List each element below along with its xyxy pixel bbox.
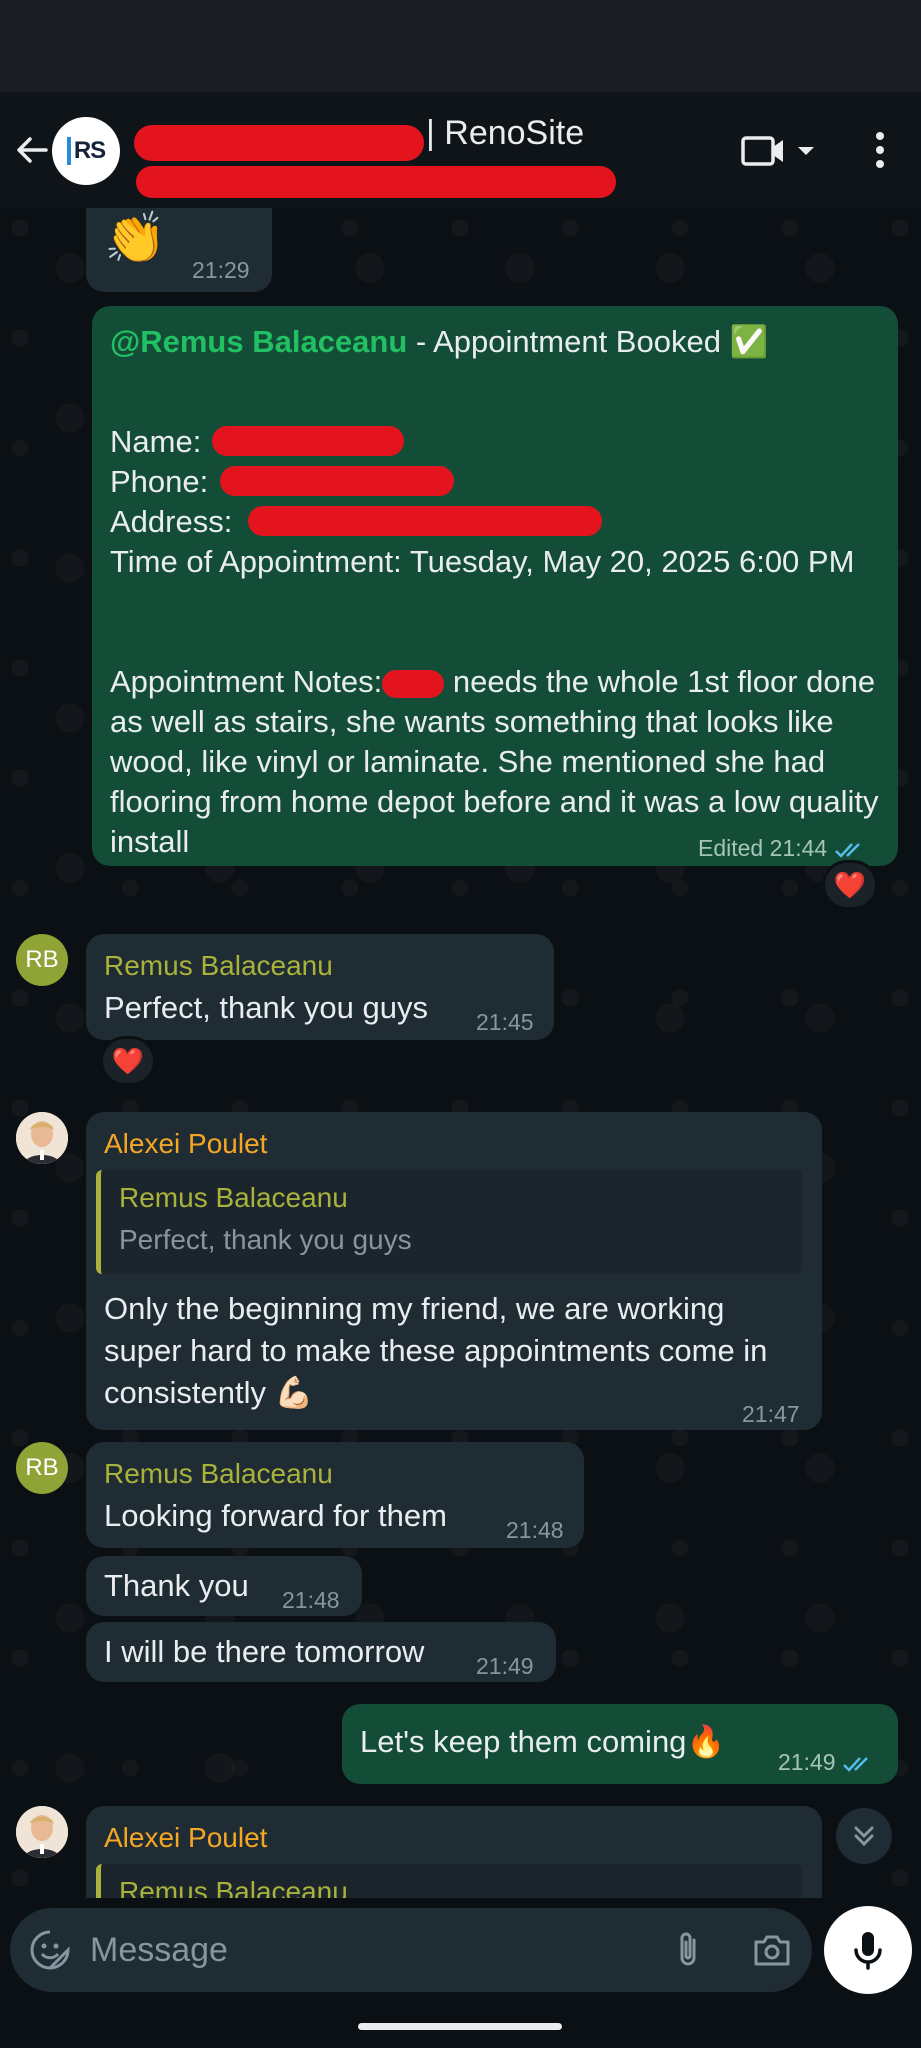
avatar-alexei[interactable] xyxy=(16,1806,68,1858)
notes-label: Appointment Notes: xyxy=(110,664,383,699)
message-body: Let's keep them coming xyxy=(360,1724,687,1759)
avatar-alexei[interactable] xyxy=(16,1112,68,1164)
voice-message-button[interactable] xyxy=(824,1906,912,1994)
double-chevron-down-icon xyxy=(854,1826,874,1847)
message-bubble-incoming[interactable]: Thank you 21:48 xyxy=(86,1556,362,1616)
message-time: 21:48 xyxy=(282,1587,340,1613)
avatar-rb[interactable]: RB xyxy=(16,1442,68,1494)
status-bar xyxy=(0,0,921,92)
appointment-title: @Remus Balaceanu - Appointment Booked ✅ xyxy=(110,322,880,362)
quote-text: Perfect, thank you guys xyxy=(119,1224,412,1255)
message-composer[interactable] xyxy=(10,1908,812,1992)
appointment-time: Time of Appointment: Tuesday, May 20, 20… xyxy=(110,544,855,579)
sticker-icon[interactable] xyxy=(28,1928,72,1972)
message-status: 21:49 xyxy=(778,1742,876,1782)
redaction-mark xyxy=(212,426,404,456)
message-time: 21:29 xyxy=(192,257,250,283)
message-time: 21:47 xyxy=(742,1401,800,1427)
message-time: 21:48 xyxy=(506,1517,564,1543)
heart-reaction[interactable]: ❤️ xyxy=(822,860,878,910)
check-mark-emoji: ✅ xyxy=(729,324,769,359)
message-body: Only the beginning my friend, we are wor… xyxy=(104,1291,768,1410)
redaction-mark xyxy=(382,669,445,698)
message-bubble-incoming[interactable]: Remus Balaceanu Looking forward for them… xyxy=(86,1442,584,1548)
sender-name[interactable]: Alexei Poulet xyxy=(104,1126,267,1162)
message-text: Let's keep them coming🔥 xyxy=(360,1722,725,1762)
message-time: 21:49 xyxy=(778,1749,836,1775)
more-options-icon[interactable] xyxy=(866,128,894,172)
quoted-message[interactable]: Remus Balaceanu xyxy=(96,1864,802,1898)
message-input[interactable] xyxy=(90,1924,650,1976)
message-bubble[interactable]: 👏 21:29 xyxy=(86,208,272,292)
logo-mark-icon xyxy=(66,137,71,165)
clapping-hands-emoji: 👏 xyxy=(104,210,167,266)
address-label: Address: xyxy=(110,504,233,539)
appointment-title-text: - Appointment Booked xyxy=(407,324,730,359)
back-arrow-icon[interactable] xyxy=(12,130,52,170)
redaction-mark xyxy=(134,125,424,161)
message-bubble-incoming[interactable]: Alexei Poulet Remus Balaceanu Perfect, t… xyxy=(86,1112,822,1430)
fire-emoji: 🔥 xyxy=(686,1724,726,1759)
quoted-message[interactable]: Remus Balaceanu Perfect, thank you guys xyxy=(96,1170,802,1274)
microphone-icon xyxy=(854,1932,882,1970)
message-bubble-incoming[interactable]: Alexei Poulet Remus Balaceanu xyxy=(86,1806,822,1898)
read-ticks-icon xyxy=(843,1757,868,1772)
redaction-mark xyxy=(220,466,454,496)
message-text: Perfect, thank you guys xyxy=(104,990,428,1025)
avatar-rb[interactable]: RB xyxy=(16,934,68,986)
sender-name[interactable]: Alexei Poulet xyxy=(104,1820,267,1856)
message-bubble-incoming[interactable]: I will be there tomorrow 21:49 xyxy=(86,1622,556,1682)
sender-name[interactable]: Remus Balaceanu xyxy=(104,1456,333,1492)
quote-sender: Remus Balaceanu xyxy=(119,1182,348,1213)
camera-icon[interactable] xyxy=(750,1928,794,1972)
flexed-biceps-emoji: 💪🏻 xyxy=(274,1375,314,1410)
mention-link[interactable]: @Remus Balaceanu xyxy=(110,324,407,359)
phone-label: Phone: xyxy=(110,464,209,499)
redaction-mark xyxy=(136,166,616,198)
message-text: Looking forward for them xyxy=(104,1498,447,1533)
attach-icon[interactable] xyxy=(666,1928,710,1972)
video-call-button[interactable] xyxy=(738,130,818,170)
message-time: 21:49 xyxy=(476,1653,534,1679)
message-text: Only the beginning my friend, we are wor… xyxy=(104,1288,804,1414)
message-bubble-incoming[interactable]: Remus Balaceanu Perfect, thank you guys … xyxy=(86,934,554,1040)
read-ticks-icon xyxy=(834,843,860,858)
message-time: 21:45 xyxy=(476,1009,534,1035)
redaction-mark xyxy=(248,506,602,536)
message-text: I will be there tomorrow xyxy=(104,1634,425,1669)
message-bubble-outgoing[interactable]: @Remus Balaceanu - Appointment Booked ✅ … xyxy=(92,306,898,866)
quote-sender: Remus Balaceanu xyxy=(119,1876,348,1898)
edited-time: Edited 21:44 xyxy=(698,835,828,861)
chat-title-text: | RenoSite xyxy=(426,114,585,152)
message-text: Thank you xyxy=(104,1568,249,1603)
logo-text: RS xyxy=(73,137,106,164)
group-avatar[interactable]: RS xyxy=(52,117,120,185)
name-label: Name: xyxy=(110,424,202,459)
home-gesture-bar[interactable] xyxy=(358,2023,562,2030)
scroll-to-bottom-button[interactable] xyxy=(836,1808,892,1864)
heart-reaction[interactable]: ❤️ xyxy=(100,1036,156,1086)
sender-name[interactable]: Remus Balaceanu xyxy=(104,948,333,984)
chat-header: RS | RenoSite xyxy=(0,92,921,208)
message-bubble-outgoing[interactable]: Let's keep them coming🔥 21:49 xyxy=(342,1704,898,1784)
chat-area[interactable]: 👏 21:29 @Remus Balaceanu - Appointment B… xyxy=(0,208,921,1898)
